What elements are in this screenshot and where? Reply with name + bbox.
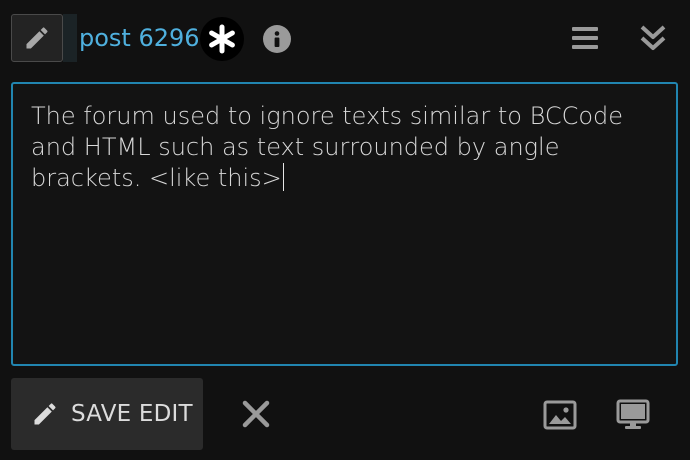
post-link[interactable]: post 6296 [79,22,200,54]
desktop-preview-icon[interactable] [616,398,650,432]
double-chevron-down-icon[interactable] [638,23,668,53]
indicator-strip [63,14,77,62]
composer-header: post 6296 [0,0,690,78]
cancel-button[interactable] [238,396,274,432]
hamburger-menu-icon[interactable] [571,24,599,52]
editor-content: The forum used to ignore texts similar t… [31,102,624,192]
pencil-icon [34,403,56,425]
edit-mode-indicator[interactable] [11,14,63,62]
save-edit-button[interactable]: SAVE EDIT [11,378,203,450]
asterisk-icon[interactable] [200,17,244,61]
image-icon[interactable] [543,398,577,432]
save-edit-label: SAVE EDIT [71,401,193,427]
close-icon [242,400,270,428]
text-caret [282,163,284,191]
post-editor-textarea[interactable]: The forum used to ignore texts similar t… [11,82,678,366]
pencil-icon [26,27,48,49]
info-icon[interactable] [263,25,291,53]
